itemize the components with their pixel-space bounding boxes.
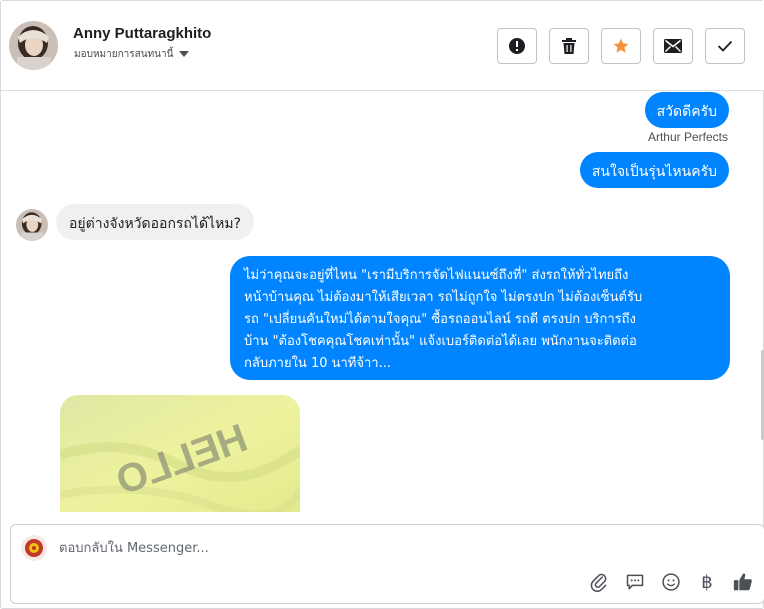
incoming-message: อยู่ต่างจังหวัดออกรถได้ไหม? bbox=[56, 204, 254, 240]
message-line: หน้าบ้านคุณ ไม่ต้องมาให้เสียเวลา รถไม่ถู… bbox=[244, 290, 643, 305]
message-line: ไม่ว่าคุณจะอยู่ที่ไหน "เรามีบริการจัดไฟแ… bbox=[244, 268, 629, 283]
assign-conversation-dropdown[interactable]: มอบหมายการสนทนานี้ bbox=[74, 46, 190, 62]
message-line: กลับภายใน 10 นาทีจ้าา... bbox=[244, 356, 391, 371]
header-actions bbox=[497, 28, 745, 64]
thumbs-up-icon bbox=[733, 573, 752, 591]
mail-button[interactable] bbox=[653, 28, 693, 64]
reply-composer: ฿ bbox=[10, 524, 764, 604]
smiley-icon bbox=[662, 573, 680, 591]
contact-name[interactable]: Anny Puttaragkhito bbox=[73, 25, 211, 42]
report-button[interactable] bbox=[497, 28, 537, 64]
envelope-icon bbox=[664, 39, 682, 53]
assign-label: มอบหมายการสนทนานี้ bbox=[74, 48, 174, 60]
message-thread[interactable]: สวัดดีครับ Arthur Perfects สนใจเป็นรุ่นไ… bbox=[1, 92, 764, 512]
message-line: รถ "เปลี่ยนคันใหม่ได้ตามใจคุณ" ซื้อรถออน… bbox=[244, 312, 636, 327]
attached-photo[interactable]: HELLO bbox=[60, 395, 300, 512]
exclamation-circle-icon bbox=[509, 38, 525, 54]
message-line: บ้าน "ต้องโชคคุณโชคเท่านั้น" แจ้งเบอร์ติ… bbox=[244, 334, 637, 349]
like-button[interactable] bbox=[732, 571, 754, 593]
delete-button[interactable] bbox=[549, 28, 589, 64]
emoji-button[interactable] bbox=[660, 571, 682, 593]
outgoing-message-long: ไม่ว่าคุณจะอยู่ที่ไหน "เรามีบริการจัดไฟแ… bbox=[230, 256, 730, 380]
baht-icon: ฿ bbox=[701, 571, 713, 593]
messenger-window: Anny Puttaragkhito มอบหมายการสนทนานี้ สว… bbox=[0, 0, 764, 609]
speech-bubble-icon bbox=[626, 574, 644, 590]
contact-avatar[interactable] bbox=[9, 21, 58, 70]
outgoing-message: สนใจเป็นรุ่นไหนครับ bbox=[579, 152, 729, 188]
trash-icon bbox=[562, 38, 576, 54]
checkmark-icon bbox=[717, 40, 733, 52]
conversation-header: Anny Puttaragkhito มอบหมายการสนทนานี้ bbox=[1, 1, 764, 91]
contact-avatar-small bbox=[16, 209, 48, 241]
saved-replies-button[interactable] bbox=[624, 571, 646, 593]
page-avatar bbox=[21, 535, 47, 561]
attach-file-button[interactable] bbox=[588, 571, 610, 593]
reply-input[interactable] bbox=[59, 536, 579, 560]
sender-name: Arthur Perfects bbox=[647, 130, 728, 144]
payment-button[interactable]: ฿ bbox=[696, 571, 718, 593]
mark-done-button[interactable] bbox=[705, 28, 745, 64]
chevron-down-icon bbox=[179, 51, 190, 57]
composer-tools: ฿ bbox=[588, 571, 754, 593]
outgoing-message: สวัดดีครับ bbox=[644, 92, 729, 128]
paperclip-icon bbox=[590, 573, 607, 592]
star-icon bbox=[613, 38, 629, 53]
star-button[interactable] bbox=[601, 28, 641, 64]
